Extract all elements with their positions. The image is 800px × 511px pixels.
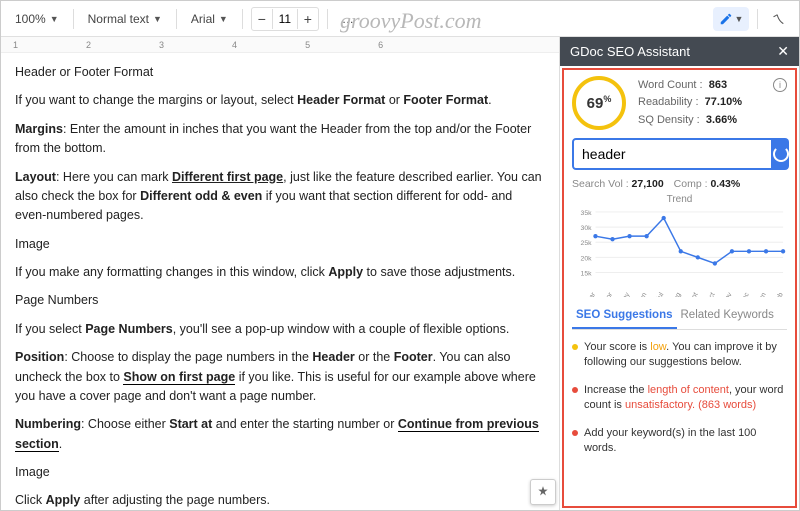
document-body[interactable]: Header or Footer Format If you want to c… bbox=[1, 53, 559, 510]
seo-sidebar: GDoc SEO Assistant ✕ i 69% Word Count : … bbox=[559, 37, 799, 510]
svg-text:Dec: Dec bbox=[739, 291, 751, 297]
paragraph: Layout: Here you can mark Different firs… bbox=[15, 168, 545, 226]
svg-text:Feb: Feb bbox=[773, 291, 785, 297]
separator bbox=[327, 9, 328, 29]
svg-text:Nov: Nov bbox=[722, 291, 734, 297]
ruler-tick: 5 bbox=[305, 40, 310, 50]
suggestions-list: Your score is low. You can improve it by… bbox=[572, 340, 787, 456]
ruler-tick: 3 bbox=[159, 40, 164, 50]
svg-text:Jun: Jun bbox=[637, 291, 649, 297]
pencil-icon bbox=[719, 12, 733, 26]
ruler-tick: 4 bbox=[232, 40, 237, 50]
decrease-font-button[interactable]: − bbox=[252, 8, 272, 30]
chevron-down-icon: ▼ bbox=[735, 14, 744, 24]
paragraph: Header or Footer Format bbox=[15, 63, 545, 82]
separator bbox=[757, 9, 758, 29]
bullet-icon bbox=[572, 344, 578, 350]
paragraph: If you select Page Numbers, you'll see a… bbox=[15, 320, 545, 339]
svg-text:Jul: Jul bbox=[655, 291, 666, 297]
svg-text:Sept: Sept bbox=[686, 291, 699, 297]
paragraph: If you make any formatting changes in th… bbox=[15, 263, 545, 282]
plus-icon bbox=[536, 485, 550, 499]
keyword-input[interactable] bbox=[572, 138, 773, 170]
suggestion-tabs: SEO Suggestions Related Keywords bbox=[572, 303, 787, 330]
ruler-tick: 2 bbox=[86, 40, 91, 50]
svg-text:Apr: Apr bbox=[603, 291, 615, 297]
font-selector[interactable]: Arial ▼ bbox=[185, 9, 234, 29]
paragraph: Margins: Enter the amount in inches that… bbox=[15, 120, 545, 159]
explore-button[interactable] bbox=[530, 479, 556, 505]
chevron-down-icon: ▼ bbox=[219, 14, 228, 24]
svg-text:Mar: Mar bbox=[585, 291, 597, 297]
seo-score: 69% bbox=[572, 76, 626, 130]
zoom-selector[interactable]: 100% ▼ bbox=[9, 9, 65, 29]
bullet-icon bbox=[572, 430, 578, 436]
zoom-value: 100% bbox=[15, 12, 46, 26]
sidebar-header: GDoc SEO Assistant ✕ bbox=[560, 37, 799, 66]
font-value: Arial bbox=[191, 12, 215, 26]
suggestion-item: Your score is low. You can improve it by… bbox=[572, 340, 787, 371]
ruler-tick: 6 bbox=[378, 40, 383, 50]
tab-related-keywords[interactable]: Related Keywords bbox=[677, 303, 778, 329]
search-metrics: Search Vol : 27,100 Comp : 0.43% bbox=[572, 178, 787, 190]
font-size-group: − 11 + bbox=[251, 7, 319, 31]
paragraph: If you want to change the margins or lay… bbox=[15, 91, 545, 110]
paragraph: Numbering: Choose either Start at and en… bbox=[15, 415, 545, 454]
style-value: Normal text bbox=[88, 12, 149, 26]
svg-text:Jan: Jan bbox=[756, 291, 768, 297]
svg-text:35k: 35k bbox=[581, 210, 593, 217]
close-icon[interactable]: ✕ bbox=[777, 43, 789, 60]
toolbar: 100% ▼ Normal text ▼ Arial ▼ − 11 + … ▼ ㄟ bbox=[1, 1, 799, 37]
more-tools-button[interactable]: … bbox=[336, 9, 360, 29]
refresh-icon bbox=[773, 146, 789, 162]
collapse-sidebar-button[interactable]: ㄟ bbox=[766, 7, 791, 30]
paragraph: Page Numbers bbox=[15, 291, 545, 310]
chevron-down-icon: ▼ bbox=[50, 14, 59, 24]
svg-text:Aug: Aug bbox=[670, 291, 682, 297]
sidebar-title: GDoc SEO Assistant bbox=[570, 44, 690, 59]
paragraph: Click Apply after adjusting the page num… bbox=[15, 491, 545, 510]
suggestion-item: Increase the length of content, your wor… bbox=[572, 383, 787, 414]
info-icon[interactable]: i bbox=[773, 78, 787, 92]
refresh-button[interactable] bbox=[773, 138, 789, 170]
svg-text:20k: 20k bbox=[581, 255, 593, 262]
svg-text:25k: 25k bbox=[581, 240, 593, 247]
font-size-value[interactable]: 11 bbox=[272, 9, 298, 29]
ruler-tick: 1 bbox=[13, 40, 18, 50]
chevron-down-icon: ▼ bbox=[153, 14, 162, 24]
seo-stats: Word Count : 863 Readability : 77.10% SQ… bbox=[638, 77, 742, 130]
increase-font-button[interactable]: + bbox=[298, 8, 318, 30]
svg-text:15k: 15k bbox=[581, 270, 593, 277]
separator bbox=[73, 9, 74, 29]
trend-label: Trend bbox=[572, 194, 787, 205]
bullet-icon bbox=[572, 387, 578, 393]
paragraph: Image bbox=[15, 235, 545, 254]
svg-text:Oct: Oct bbox=[705, 291, 716, 297]
editing-mode-button[interactable]: ▼ bbox=[713, 7, 749, 31]
style-selector[interactable]: Normal text ▼ bbox=[82, 9, 168, 29]
separator bbox=[242, 9, 243, 29]
ruler[interactable]: 1 2 3 4 5 6 bbox=[1, 37, 559, 53]
paragraph: Position: Choose to display the page num… bbox=[15, 348, 545, 406]
tab-seo-suggestions[interactable]: SEO Suggestions bbox=[572, 303, 677, 329]
svg-text:30k: 30k bbox=[581, 225, 593, 232]
suggestion-item: Add your keyword(s) in the last 100 word… bbox=[572, 426, 787, 457]
svg-text:May: May bbox=[619, 291, 632, 297]
separator bbox=[176, 9, 177, 29]
paragraph: Image bbox=[15, 463, 545, 482]
trend-chart: 15k 20k 25k 30k 35k Mar Apr May Jun Jul Aug Sept Oct… bbox=[572, 207, 787, 297]
